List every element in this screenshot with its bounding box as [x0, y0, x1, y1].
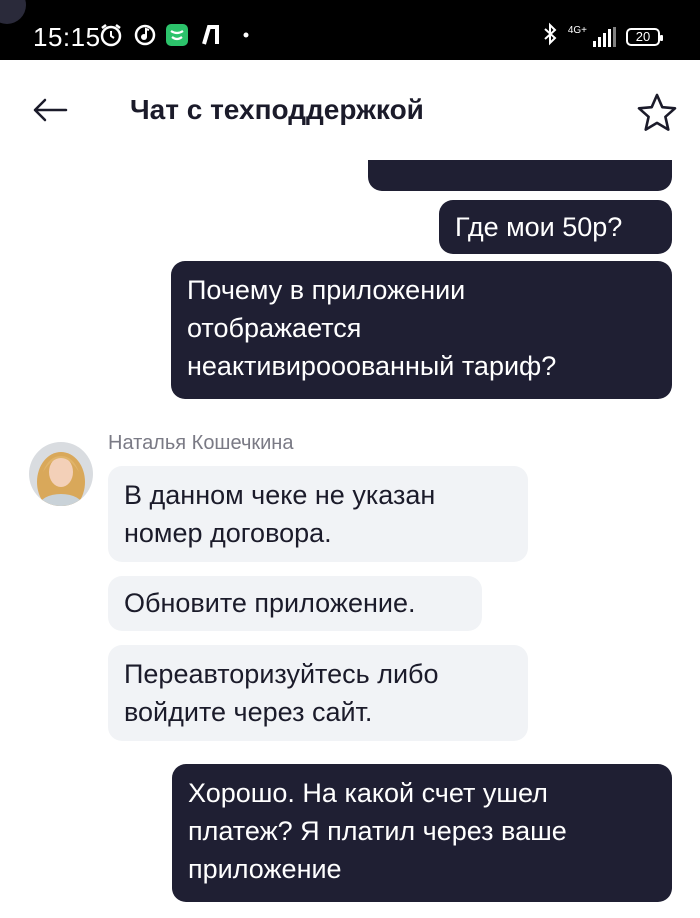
message-line: войдите через сайт.: [124, 697, 373, 727]
more-icon: [242, 22, 250, 48]
message-bubble-incoming: Обновите приложение.: [108, 576, 482, 631]
message-line: В данном чеке не указан: [124, 480, 436, 510]
message-bubble-incoming: В данном чеке не указан номер договора.: [108, 466, 528, 562]
message-line: приложение: [188, 854, 342, 884]
nfc-icon: [201, 22, 221, 48]
page-title: Чат с техподдержкой: [130, 94, 424, 125]
camera-dot: [0, 0, 26, 24]
message-line: номер договора.: [124, 518, 332, 548]
battery-level: 20: [635, 29, 651, 44]
battery-icon: 20: [626, 27, 663, 46]
message-bubble-incoming: Переавторизуйтесь либо войдите через сай…: [108, 645, 528, 741]
sender-name: Наталья Кошечкина: [108, 432, 294, 454]
star-icon[interactable]: [636, 92, 678, 134]
message-line: Хорошо. На какой счет ушел: [188, 778, 548, 808]
message-text: Где мои 50р?: [455, 212, 623, 242]
message-line: отображается: [187, 313, 362, 343]
network-type: 4G+: [567, 24, 587, 36]
app-icon: [165, 22, 189, 48]
status-time: 15:15: [33, 22, 101, 52]
signal-icon: [593, 26, 616, 47]
avatar[interactable]: [29, 442, 93, 506]
message-line: неактивирооованный тариф?: [187, 351, 557, 381]
message-line: Переавторизуйтесь либо: [124, 659, 439, 689]
message-bubble-outgoing: Хорошо. На какой счет ушел платеж? Я пла…: [172, 764, 672, 902]
message-text: Обновите приложение.: [124, 588, 416, 618]
message-bubble-outgoing: Почему в приложении отображается неактив…: [171, 261, 672, 399]
alarm-icon: [98, 22, 124, 48]
music-icon: [134, 22, 156, 48]
bluetooth-icon: [542, 22, 558, 51]
arrow-left-icon[interactable]: [30, 90, 70, 130]
message-bubble-outgoing: Где мои 50р?: [439, 200, 672, 254]
message-bubble-outgoing: [368, 160, 672, 191]
message-line: платеж? Я платил через ваше: [188, 816, 567, 846]
message-line: Почему в приложении: [187, 275, 466, 305]
status-bar: 15:15 4G+ 20: [0, 0, 700, 60]
